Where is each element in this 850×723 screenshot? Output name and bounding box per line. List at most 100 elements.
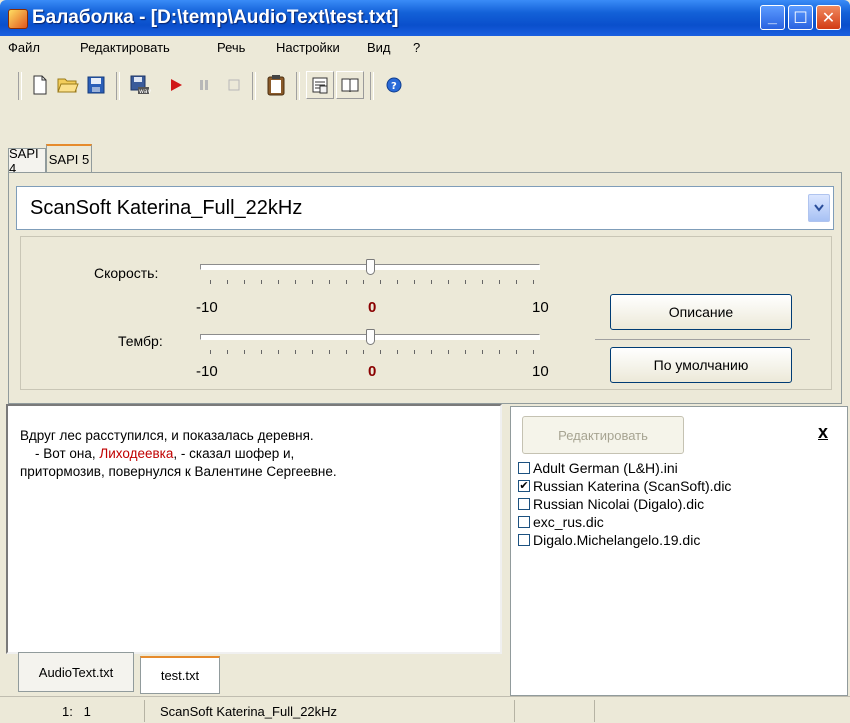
pitch-max: 10 — [532, 363, 549, 380]
play-icon — [171, 79, 182, 91]
checkmark-icon: ✔ — [519, 479, 529, 492]
buttons-divider — [595, 339, 810, 340]
voice-dropdown-button[interactable] — [808, 194, 830, 222]
defaults-button[interactable]: По умолчанию — [610, 347, 792, 383]
help-button[interactable]: ? — [380, 71, 408, 99]
maximize-button[interactable]: ☐ — [788, 5, 813, 30]
cursor-position: 1: 1 — [62, 704, 91, 719]
dictionary-item[interactable]: Russian Nicolai (Digalo).dic — [518, 496, 704, 512]
dictionary-item[interactable]: Digalo.Michelangelo.19.dic — [518, 532, 700, 548]
tab-audiotext-label: AudioText.txt — [38, 664, 114, 680]
menu-view[interactable]: Вид — [367, 40, 391, 55]
clipboard-icon — [267, 75, 285, 96]
tab-audiotext[interactable]: AudioText.txt — [18, 652, 134, 692]
dictionary-name: Digalo.Michelangelo.19.dic — [533, 532, 701, 548]
status-divider — [144, 700, 145, 722]
highlighted-word: Лиходеевка — [99, 446, 174, 461]
pause-button[interactable] — [190, 71, 218, 99]
pitch-mid: 0 — [368, 363, 377, 380]
tab-sapi5-label: SAPI 5 — [48, 152, 90, 167]
svg-text:?: ? — [391, 81, 397, 92]
description-button[interactable]: Описание — [610, 294, 792, 330]
pitch-slider-thumb[interactable] — [366, 329, 375, 345]
defaults-button-label: По умолчанию — [653, 357, 749, 373]
close-window-button[interactable]: ✕ — [816, 5, 841, 30]
menu-help[interactable]: ? — [413, 40, 420, 55]
dictionary-name: Russian Nicolai (Digalo).dic — [533, 496, 705, 512]
save-icon — [87, 76, 105, 94]
dictionary-checkbox[interactable]: ✔ — [518, 480, 530, 492]
editor-line-3: притормозив, повернулся к Валентине Серг… — [20, 464, 337, 479]
speed-mid: 0 — [368, 299, 377, 316]
status-bar — [0, 696, 850, 723]
tab-sapi5[interactable]: SAPI 5 — [46, 144, 92, 173]
dictionary-checkbox[interactable] — [518, 516, 530, 528]
status-divider — [594, 700, 595, 722]
speed-slider-thumb[interactable] — [366, 259, 375, 275]
status-divider — [514, 700, 515, 722]
dictionary-checkbox[interactable] — [518, 534, 530, 546]
dictionary-item[interactable]: Adult German (L&H).ini — [518, 460, 678, 476]
dictionary-name: exc_rus.dic — [533, 514, 604, 530]
tab-sapi4[interactable]: SAPI 4 — [8, 146, 46, 176]
tab-test-label: test.txt — [160, 668, 200, 683]
pause-icon — [200, 80, 208, 90]
edit-dictionary-button[interactable]: Редактировать — [522, 416, 684, 454]
new-file-icon — [33, 75, 47, 95]
book-button[interactable] — [336, 71, 364, 99]
dictionary-item[interactable]: exc_rus.dic — [518, 514, 604, 530]
save-audio-button[interactable]: wav — [126, 71, 154, 99]
dictionary-checkbox[interactable] — [518, 498, 530, 510]
editor-line-2-start: - Вот она, — [20, 446, 100, 461]
toolbar-separator — [296, 72, 300, 100]
chevron-down-icon — [814, 204, 824, 212]
editor-line-1: Вдруг лес расступился, и показалась дере… — [20, 428, 314, 443]
pitch-label: Тембр: — [118, 333, 163, 349]
help-icon: ? — [386, 77, 402, 93]
toolbar-separator — [370, 72, 374, 100]
maximize-icon: ☐ — [793, 9, 808, 27]
open-folder-icon — [57, 78, 79, 93]
save-audio-icon: wav — [130, 75, 151, 95]
dictionary-item[interactable]: ✔ Russian Katerina (ScanSoft).dic — [518, 478, 731, 494]
speed-ticks — [210, 280, 540, 284]
new-file-button[interactable] — [26, 71, 54, 99]
svg-text:wav: wav — [139, 88, 151, 95]
save-button[interactable] — [82, 71, 110, 99]
menu-edit[interactable]: Редактировать — [80, 40, 170, 55]
toolbar-separator — [116, 72, 120, 100]
toolbar-separator — [18, 72, 22, 100]
properties-button[interactable] — [306, 71, 334, 99]
close-icon: ✕ — [821, 9, 836, 27]
editor-line-2-end: , - сказал шофер и, — [173, 446, 295, 461]
properties-icon — [312, 77, 328, 94]
clipboard-button[interactable] — [262, 71, 290, 99]
open-file-button[interactable] — [54, 71, 82, 99]
window-title: Балаболка - [D:\temp\AudioText\test.txt] — [32, 7, 399, 28]
status-voice: ScanSoft Katerina_Full_22kHz — [160, 704, 338, 719]
book-icon — [341, 78, 359, 93]
edit-dictionary-label: Редактировать — [558, 427, 648, 443]
stop-button[interactable] — [220, 71, 248, 99]
speed-max: 10 — [532, 299, 549, 316]
speed-min: -10 — [196, 299, 218, 316]
stop-icon — [228, 79, 240, 91]
dictionary-name: Russian Katerina (ScanSoft).dic — [533, 478, 732, 494]
minimize-button[interactable]: _ — [760, 5, 785, 30]
play-button[interactable] — [162, 71, 190, 99]
pitch-min: -10 — [196, 363, 218, 380]
pitch-ticks — [210, 350, 540, 354]
menu-speech[interactable]: Речь — [217, 40, 245, 55]
app-icon — [8, 9, 28, 29]
dictionary-checkbox[interactable] — [518, 462, 530, 474]
menu-file[interactable]: Файл — [8, 40, 40, 55]
tab-sapi4-label: SAPI 4 — [9, 145, 39, 176]
toolbar-separator — [252, 72, 256, 100]
speed-label: Скорость: — [94, 265, 159, 281]
editor-line-2: - Вот она, Лиходеевка, - сказал шофер и, — [20, 446, 294, 461]
menu-settings[interactable]: Настройки — [276, 40, 340, 55]
close-panel-button[interactable]: x — [818, 422, 828, 443]
dictionary-name: Adult German (L&H).ini — [533, 460, 678, 476]
tab-test[interactable]: test.txt — [140, 656, 220, 694]
voice-select-value: ScanSoft Katerina_Full_22kHz — [30, 197, 303, 219]
